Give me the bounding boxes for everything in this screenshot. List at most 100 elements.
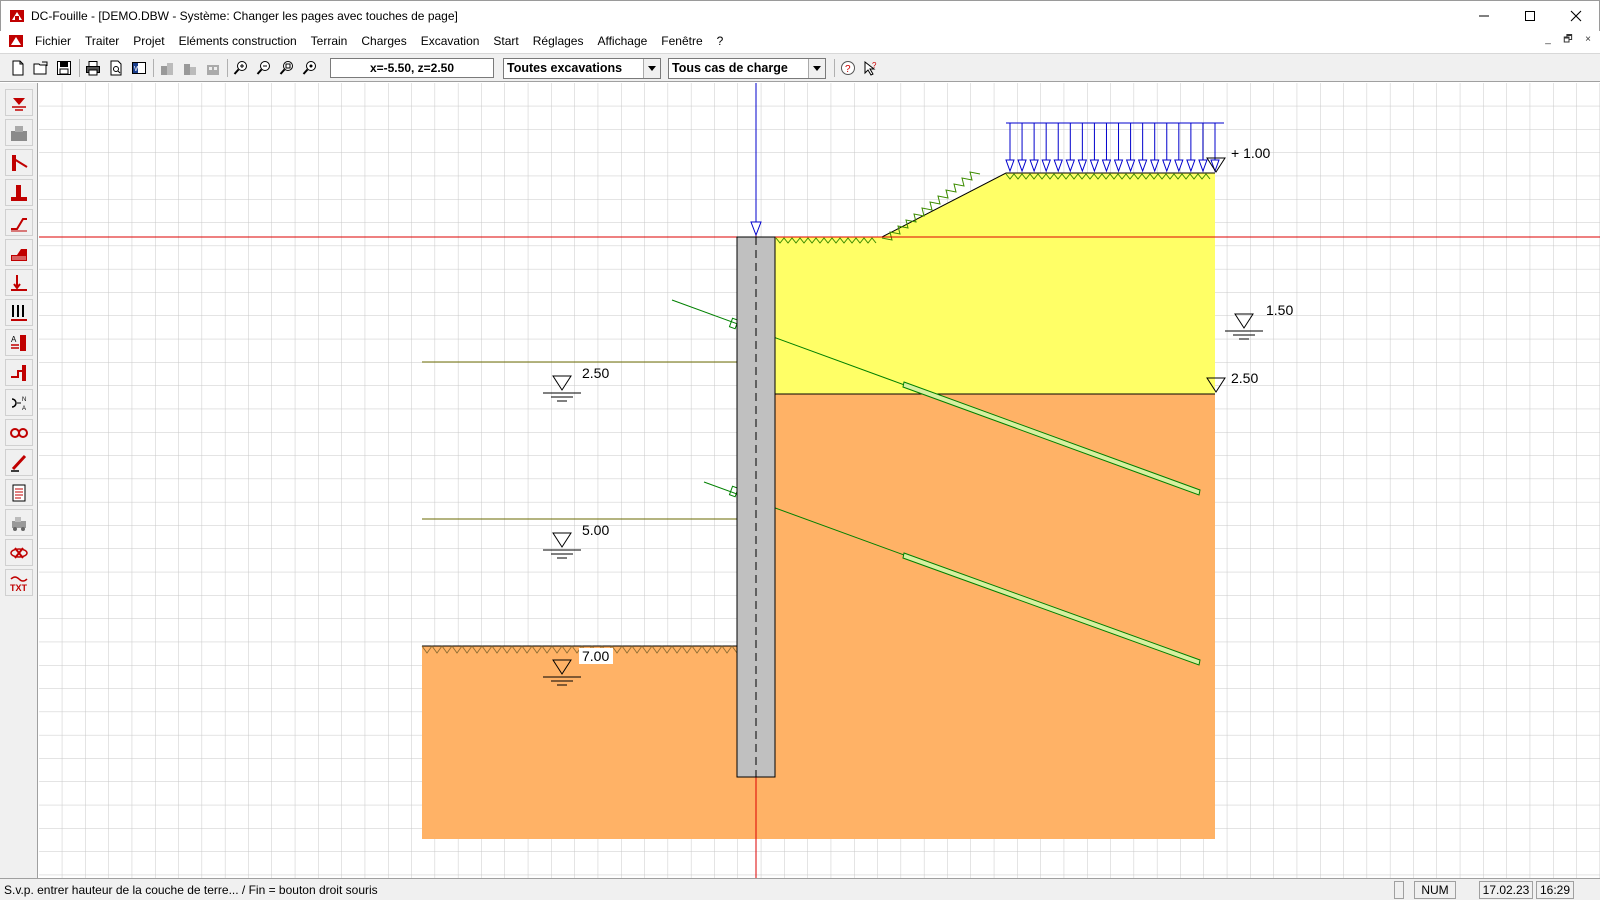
status-message: S.v.p. entrer hauteur de la couche de te… — [4, 883, 378, 897]
close-button[interactable] — [1553, 1, 1599, 31]
chevron-down-icon — [648, 66, 656, 71]
menu-fenetre[interactable]: Fenêtre — [654, 31, 709, 51]
menu-traiter[interactable]: Traiter — [78, 31, 126, 51]
print-preview-button[interactable] — [106, 58, 126, 78]
view-tool-button[interactable] — [5, 419, 33, 446]
coordinate-display: x=-5.50, z=2.50 — [330, 58, 494, 78]
tool-sidebar: A NA TXT — [0, 83, 38, 878]
numbering-tool-button[interactable]: NA — [5, 389, 33, 416]
status-time: 16:29 — [1536, 881, 1574, 899]
menu-reglages[interactable]: Réglages — [526, 31, 591, 51]
document-icon[interactable] — [8, 33, 24, 49]
building-icon-2 — [184, 64, 196, 75]
zoom-window-icon — [279, 61, 293, 75]
zoom-in-icon — [233, 61, 247, 75]
zoom-all-button[interactable] — [300, 58, 320, 78]
minimize-button[interactable] — [1461, 1, 1507, 31]
app-logo-icon — [10, 10, 24, 22]
zoom-window-button[interactable] — [277, 58, 297, 78]
excavation-dropdown-arrow[interactable] — [643, 59, 660, 78]
open-file-button[interactable] — [31, 58, 51, 78]
new-file-button[interactable] — [8, 58, 28, 78]
zoom-out-icon — [256, 61, 270, 75]
loadcase-dropdown-arrow[interactable] — [808, 59, 825, 78]
delete-tool-icon — [10, 546, 28, 559]
print-button[interactable] — [83, 58, 103, 78]
zoom-out-button[interactable] — [254, 58, 274, 78]
loadcase-select[interactable]: Tous cas de charge — [668, 58, 826, 79]
level-label-layer-boundary: 2.50 — [1231, 370, 1258, 386]
point-load-tool-button[interactable] — [5, 269, 33, 296]
menu-affichage[interactable]: Affichage — [590, 31, 654, 51]
mdi-restore-button[interactable]: 🗗 — [1560, 33, 1576, 47]
open-file-icon — [33, 61, 48, 75]
report-tool-icon — [12, 484, 26, 501]
text-tool-button[interactable]: TXT — [5, 569, 33, 596]
edit-tool-button[interactable] — [5, 449, 33, 476]
menu-help[interactable]: ? — [710, 31, 731, 51]
print-preview-icon — [110, 60, 122, 76]
mdi-close-button[interactable]: × — [1580, 33, 1596, 47]
print-icon — [86, 61, 100, 76]
status-pane-empty — [1394, 881, 1404, 899]
menu-excavation[interactable]: Excavation — [414, 31, 487, 51]
help-icon: ? — [841, 61, 855, 75]
excavation-tool-button[interactable] — [5, 359, 33, 386]
menu-charges[interactable]: Charges — [354, 31, 413, 51]
water-level-tool-icon — [12, 97, 26, 111]
slope-tool-button[interactable] — [5, 209, 33, 236]
save-button[interactable] — [54, 58, 74, 78]
menu-projet[interactable]: Projet — [126, 31, 171, 51]
svg-text:?: ? — [872, 61, 877, 70]
save-icon — [57, 61, 71, 75]
menu-fichier[interactable]: Fichier — [28, 31, 78, 51]
anchor-tool-icon — [12, 154, 28, 171]
zoom-in-button[interactable] — [231, 58, 251, 78]
svg-text:A: A — [11, 335, 17, 344]
excavation-select[interactable]: Toutes excavations — [503, 58, 661, 79]
machine-tool-button[interactable] — [5, 509, 33, 536]
toolbar: W x=-5.50, z=2.50 Toutes excavations Tou… — [0, 53, 1600, 82]
numbering-tool-icon: NA — [11, 397, 26, 412]
menu-terrain[interactable]: Terrain — [304, 31, 355, 51]
terrain-tool-button[interactable] — [5, 239, 33, 266]
delete-tool-button[interactable] — [5, 539, 33, 566]
machine-tool-icon — [12, 516, 26, 531]
title-bar: DC-Fouille - [DEMO.DBW - Système: Change… — [0, 0, 1600, 31]
mdi-minimize-button[interactable]: _ — [1540, 33, 1556, 47]
terrain-tool-icon — [11, 248, 27, 261]
wall-tool-button[interactable] — [5, 179, 33, 206]
svg-text:A: A — [22, 406, 26, 412]
wall-tool-icon — [11, 184, 27, 201]
export-word-button[interactable]: W — [129, 58, 149, 78]
sheet-pile-wall — [736, 236, 776, 778]
help-button[interactable]: ? — [838, 58, 858, 78]
menu-elements-construction[interactable]: Eléments construction — [172, 31, 304, 51]
context-help-icon: ? — [864, 60, 877, 76]
water-level-tool-button[interactable] — [5, 89, 33, 116]
loadcase-select-value: Tous cas de charge — [672, 61, 788, 75]
soil-param-tool-button[interactable]: A — [5, 329, 33, 356]
building-button-3[interactable] — [203, 58, 223, 78]
drawing-canvas[interactable]: + 1.00 1.50 2.50 2.50 5.00 7.00 — [39, 83, 1600, 878]
soil-layer-tool-button[interactable] — [5, 119, 33, 146]
excavation-drawing[interactable]: + 1.00 1.50 2.50 2.50 5.00 7.00 — [39, 83, 1600, 878]
building-button-1[interactable] — [157, 58, 177, 78]
building-button-2[interactable] — [180, 58, 200, 78]
menu-start[interactable]: Start — [486, 31, 525, 51]
context-help-button[interactable]: ? — [861, 58, 881, 78]
distributed-load-tool-button[interactable] — [5, 299, 33, 326]
point-load-tool-icon — [11, 274, 27, 291]
excavation-select-value: Toutes excavations — [507, 61, 623, 75]
level-label-water-right: 1.50 — [1266, 302, 1293, 318]
svg-text:?: ? — [845, 64, 851, 75]
menu-bar: Fichier Traiter Projet Eléments construc… — [0, 31, 1600, 51]
anchor-tool-button[interactable] — [5, 149, 33, 176]
zoom-all-icon — [302, 61, 316, 75]
level-label-excavation-2: 5.00 — [582, 522, 609, 538]
svg-text:W: W — [134, 66, 141, 73]
close-icon — [1570, 10, 1582, 22]
maximize-button[interactable] — [1507, 1, 1553, 31]
report-tool-button[interactable] — [5, 479, 33, 506]
svg-text:TXT: TXT — [10, 583, 28, 593]
